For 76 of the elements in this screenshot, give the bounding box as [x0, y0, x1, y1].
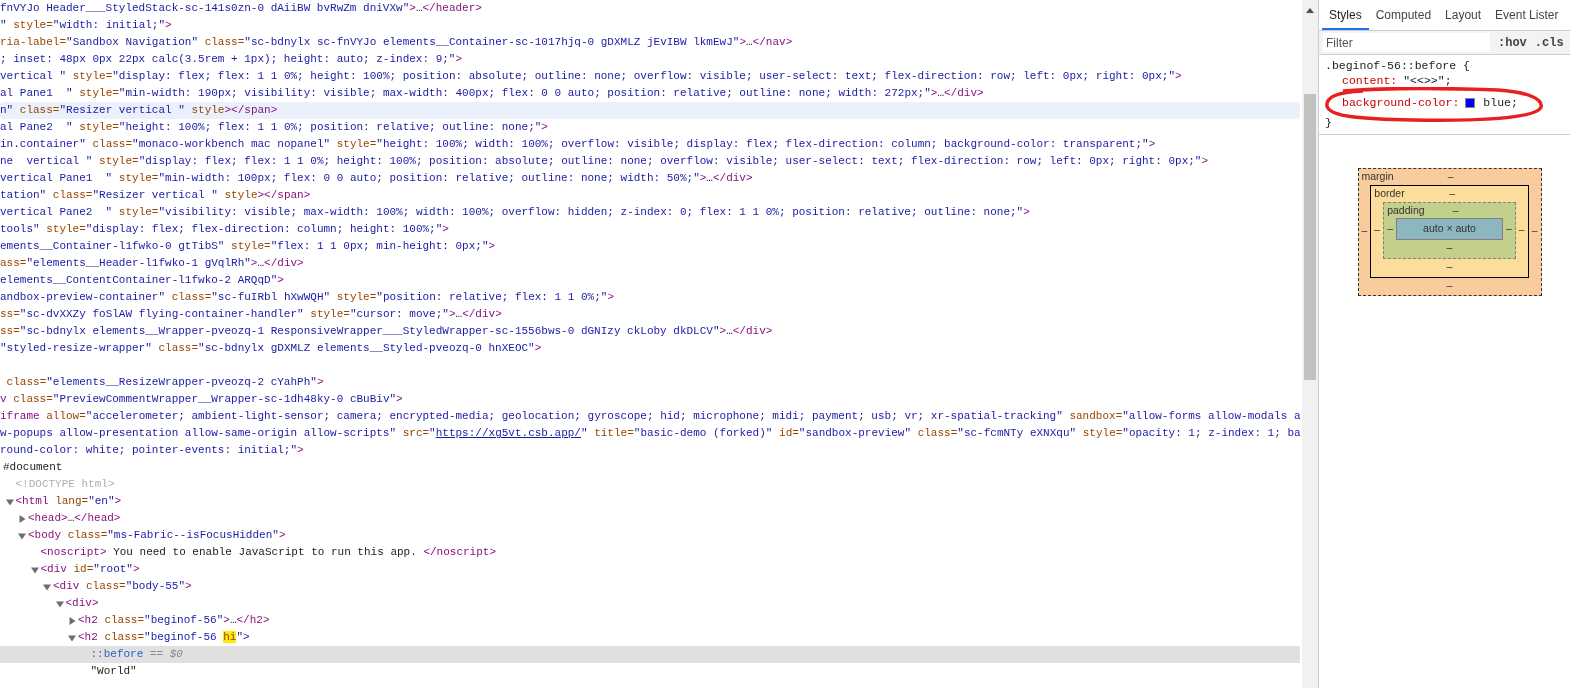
panel-tab[interactable]: Layout [1438, 2, 1489, 30]
dom-node-line[interactable]: in.container" class="monaco-workbench mac nopanel" style="height: 100%; width: 100%; overflow: visible; display: flex; flex-direction: column; background-color: transparent;"> [0, 136, 1156, 153]
dom-node-line[interactable]: al Pane1 " style="min-width: 190px; visibility: visible; max-width: 400px; flex: 0 0 auto; position: relative; outline: none; width: 272px;">…</div> [0, 85, 984, 102]
css-brace: } [1325, 115, 1333, 130]
dom-node-line[interactable]: elements__ContentContainer-l1fwko-2 ARQqD"> [0, 272, 284, 289]
dom-node-line[interactable]: round-color: white; pointer-events: initial;"> [0, 442, 304, 459]
dom-node-line[interactable]: andbox-preview-container" class="sc-fuIRbl hXwWQH" style="position: relative; flex: 1 1 0%;"> [0, 289, 614, 306]
dom-node-line[interactable]: tation" class="Resizer vertical " style></span> [0, 187, 311, 204]
box-label: padding [1387, 202, 1425, 218]
expand-arrow-icon[interactable] [18, 514, 26, 523]
content-box: auto × auto [1396, 218, 1503, 240]
dom-node-line[interactable]: al Pane2 " style="height: 100%; flex: 1 1 0%; position: relative; outline: none;"> [0, 119, 548, 136]
dom-node-line[interactable]: <h2 class="beginof-56">…</h2> [78, 612, 270, 629]
dom-node-line[interactable]: fnVYJo Header___StyledStack-sc-141s0zn-0 dAiiBW bvRwZm dniVXw">…</header> [0, 0, 482, 17]
dom-node-line[interactable]: vertical Pane2 " style="visibility: visible; max-width: 100%; width: 100%; overflow: hidden; z-index: 0; flex: 1 1 0%; position: relative; outline: none;"> [0, 204, 1030, 221]
box-value: – [1374, 222, 1381, 238]
css-declaration[interactable]: content: "<<>>"; [1325, 73, 1452, 88]
expand-arrow-icon[interactable] [68, 616, 76, 625]
box-value: – [1446, 278, 1453, 291]
dom-node-line[interactable]: <div> [65, 595, 99, 612]
box-value: – [1449, 185, 1456, 201]
css-selector: .beginof-56::before { [1325, 58, 1471, 73]
dom-node-line[interactable]: "World" [90, 663, 137, 680]
filter-field[interactable]: Filter [1323, 33, 1490, 52]
dom-node-line[interactable]: <html lang="en"> [15, 493, 122, 510]
collapse-arrow-icon[interactable] [68, 633, 76, 642]
box-value: – [1446, 259, 1453, 272]
scroll-up-arrow-icon[interactable] [1306, 8, 1314, 13]
box-value: – [1452, 202, 1459, 218]
panel-tab[interactable]: Event Lister [1488, 2, 1566, 30]
color-swatch[interactable] [1465, 97, 1476, 108]
dom-node-line[interactable]: ne vertical " style="display: flex; flex: 1 1 0%; height: 100%; position: absolute; outline: none; overflow: visible; user-select: text; flex-direction: row; left: 0px; right: 0px;"> [0, 153, 1209, 170]
css-declaration[interactable]: background-color: blue; [1325, 95, 1518, 110]
box-value: – [1361, 223, 1368, 239]
dom-node-line[interactable]: vertical " style="display: flex; flex: 1 1 0%; height: 100%; position: absolute; outline: none; overflow: visible; user-select: text; flex-direction: row; left: 0px; right: 0px;"> [0, 68, 1182, 85]
dom-node-line[interactable]: v class="PreviewCommentWrapper__Wrapper-sc-1dh48ky-0 cBuBiv"> [0, 391, 403, 408]
box-value: – [1447, 169, 1454, 184]
box-label: margin [1361, 169, 1394, 184]
collapse-arrow-icon[interactable] [55, 599, 64, 608]
dom-node-line[interactable]: ss="sc-dvXXZy foSlAW flying-container-handler" style="cursor: move;">…</div> [0, 306, 502, 323]
dom-node-line[interactable]: "styled-resize-wrapper" class="sc-bdnylx gDXMLZ elements__Styled-pveozq-0 hnXEOC"> [0, 340, 542, 357]
box-value: – [1531, 223, 1538, 239]
box-value: – [1446, 241, 1453, 253]
dom-node-line[interactable]: ria-label="Sandbox Navigation" class="sc-bdnylx sc-fnVYJo elements__Container-sc-1017hjq-0 gDXMLZ jEvIBW lkmEwJ">…</nav> [0, 34, 793, 51]
pseudo-element-node[interactable]: ::before == $0 [90, 646, 183, 663]
dom-node-line[interactable]: <head>…</head> [28, 510, 121, 527]
dom-node-line[interactable]: ; inset: 48px 0px 22px calc(3.5rem + 1px); height: auto; z-index: 9;"> [0, 51, 463, 68]
dom-node-line[interactable]: #document [3, 459, 63, 476]
collapse-arrow-icon[interactable] [43, 582, 51, 591]
collapse-arrow-icon[interactable] [18, 531, 26, 540]
box-value: – [1387, 221, 1394, 237]
collapse-arrow-icon[interactable] [5, 497, 14, 506]
dom-node-line[interactable]: w-popups allow-presentation allow-same-origin allow-scripts" src="https://xg5vt.csb.app/" title="basic-demo (forked)" id="sandbox-preview" class="sc-fcmNTy eXNXqu" style="opacity: 1; z-index: 1; ba [0, 425, 1301, 442]
dom-node-line[interactable]: <div class="body-55"> [53, 578, 192, 595]
dom-node-line[interactable]: ss="sc-bdnylx elements__Wrapper-pveozq-1 ResponsiveWrapper___StyledWrapper-sc-1556bws-0 dGNIzy ckLoby dkDLCV">…</div> [0, 323, 773, 340]
dom-node-line[interactable]: <body class="ms-Fabric--isFocusHidden"> [28, 527, 286, 544]
toggle-button[interactable]: :hov [1498, 33, 1527, 52]
dom-node-line[interactable]: vertical Pane1 " style="min-width: 100px; flex: 0 0 auto; position: relative; outline: none; width: 50%;">…</div> [0, 170, 753, 187]
url-link[interactable]: https://xg5vt.csb.app/ [435, 427, 581, 440]
box-label: border [1374, 185, 1405, 201]
box-value: – [1518, 222, 1525, 238]
dom-node-line[interactable]: iframe allow="accelerometer; ambient-light-sensor; camera; encrypted-media; geolocation; gyroscope; hid; microphone; midi; payment; usb; vr; xr-spatial-tracking" sandbox="allow-forms allow-modals a [0, 408, 1301, 425]
dom-node-line[interactable]: ass="elements__Header-l1fwko-1 gVqlRh">…</div> [0, 255, 304, 272]
dom-node-line[interactable]: " style="width: initial;"> [0, 17, 172, 34]
scrollbar[interactable] [1302, 0, 1318, 688]
dom-node-line[interactable]: <div id="root"> [40, 561, 140, 578]
box-value: – [1505, 221, 1512, 237]
dom-node-line[interactable]: class="elements__ResizeWrapper-pveozq-2 cYahPh"> [0, 374, 324, 391]
dom-node-line[interactable]: <h2 class="beginof-56 hi"> [78, 629, 250, 646]
dom-node-line[interactable]: <noscript> You need to enable JavaScript to run this app. </noscript> [40, 544, 496, 561]
panel-tab[interactable]: Computed [1368, 2, 1439, 30]
toggle-button[interactable]: .cls [1534, 33, 1564, 52]
scrollbar-thumb[interactable] [1304, 94, 1316, 380]
dom-node-line[interactable]: ements__Container-l1fwko-0 gtTibS" style="flex: 1 1 0px; min-height: 0px;"> [0, 238, 496, 255]
collapse-arrow-icon[interactable] [30, 565, 39, 574]
dom-node-line[interactable]: tools" style="display: flex; flex-direction: column; height: 100%;"> [0, 221, 449, 238]
